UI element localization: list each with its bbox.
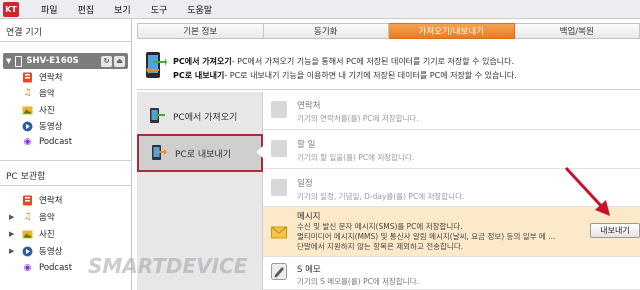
phone-icon (15, 55, 23, 67)
music-icon: ♫ (23, 212, 32, 222)
expand-arrow-icon[interactable]: ▶ (9, 213, 14, 221)
calendar-icon (271, 179, 287, 196)
storage-item-podcast[interactable]: ◉ Podcast (22, 261, 73, 275)
chevron-down-icon[interactable]: ▼ (6, 57, 11, 65)
tab-sync[interactable]: 동기화 (263, 23, 389, 39)
pc-storage-title: PC 보관함 (6, 172, 46, 182)
device-item-contacts[interactable]: 연락처 (22, 70, 62, 84)
import-description: PC에서 가져오기- PC에서 가져오기 기능을 통해서 PC에 저장된 데이터… (173, 57, 515, 66)
contacts-icon (22, 72, 33, 83)
todo-icon (271, 140, 287, 157)
device-item-podcast[interactable]: ◉ Podcast (22, 135, 73, 149)
import-icon (150, 108, 165, 123)
eject-icon[interactable]: ⏏ (114, 55, 125, 67)
video-icon (22, 121, 33, 132)
storage-item-music[interactable]: ♫ 음악 (22, 210, 54, 224)
device-row[interactable]: ▼ SHV-E160S ↻ ⏏ (3, 53, 128, 69)
memo-icon (271, 263, 287, 280)
podcast-icon: ◉ (23, 263, 32, 273)
transfer-phone-icon (146, 52, 167, 78)
message-icon (271, 226, 287, 239)
list-item-todo[interactable]: 할 일 기기의 할 일을(를) PC에 저장합니다. (263, 130, 640, 169)
contacts-icon (271, 101, 287, 118)
video-icon (22, 246, 33, 257)
menu-help[interactable]: 도움말 (177, 3, 222, 16)
list-item-smemo[interactable]: S 메모 기기의 S 메모를(를) PC에 저장합니다. (263, 257, 640, 290)
divider (0, 41, 132, 42)
watermark: SMARTDEVICE (88, 254, 248, 278)
export-description: PC로 내보내기- PC로 내보내기 기능을 이용하면 내 기기에 저장된 데이… (173, 71, 517, 80)
device-item-videos[interactable]: 동영상 (22, 119, 62, 133)
import-from-pc-button[interactable]: PC에서 가져오기 (137, 97, 263, 135)
divider (0, 185, 132, 186)
left-panel: 연결 기기 ▼ SHV-E160S ↻ ⏏ 연락처 ♫ 음악 사진 동영상 ◉ … (0, 19, 132, 290)
expand-arrow-icon[interactable]: ▶ (9, 230, 14, 238)
sync-icon[interactable]: ↻ (101, 55, 112, 67)
storage-item-photos[interactable]: 사진 (22, 227, 55, 241)
export-to-pc-button[interactable]: PC로 내보내기 (137, 134, 263, 172)
export-icon (152, 145, 167, 160)
music-icon: ♫ (23, 88, 32, 98)
photo-icon (22, 105, 33, 116)
connected-devices-title: 연결 기기 (6, 28, 42, 38)
podcast-icon: ◉ (23, 137, 32, 147)
annotation-arrow-icon (564, 166, 610, 216)
menu-file[interactable]: 파일 (31, 3, 68, 16)
tab-backup-restore[interactable]: 백업/복원 (514, 23, 640, 39)
storage-item-contacts[interactable]: 연락처 (22, 193, 62, 207)
list-item-contacts[interactable]: 연락처 기기의 연락처를(를) PC에 저장합니다. (263, 92, 640, 130)
expand-arrow-icon[interactable]: ▶ (9, 247, 14, 255)
export-button[interactable]: 내보내기 (590, 223, 640, 238)
tab-bar: 기본 정보 동기화 가져오기/내보내기 백업/복원 (137, 23, 640, 39)
divider (0, 160, 132, 161)
kt-logo: KT (3, 1, 19, 17)
tab-basic-info[interactable]: 기본 정보 (137, 23, 264, 39)
selection-caret (256, 146, 263, 158)
menu-view[interactable]: 보기 (104, 3, 141, 16)
contacts-icon (22, 195, 33, 206)
device-item-music[interactable]: ♫ 음악 (22, 86, 54, 100)
menu-edit[interactable]: 편집 (68, 3, 105, 16)
info-panel: PC에서 가져오기- PC에서 가져오기 기능을 통해서 PC에 저장된 데이터… (137, 44, 640, 90)
menu-tools[interactable]: 도구 (141, 3, 178, 16)
tab-import-export[interactable]: 가져오기/내보내기 (389, 23, 515, 39)
photo-icon (22, 229, 33, 240)
device-item-photos[interactable]: 사진 (22, 103, 55, 117)
device-name: SHV-E160S (26, 56, 79, 66)
storage-item-videos[interactable]: 동영상 (22, 244, 62, 258)
menu-bar: KT 파일 편집 보기 도구 도움말 (0, 0, 640, 19)
